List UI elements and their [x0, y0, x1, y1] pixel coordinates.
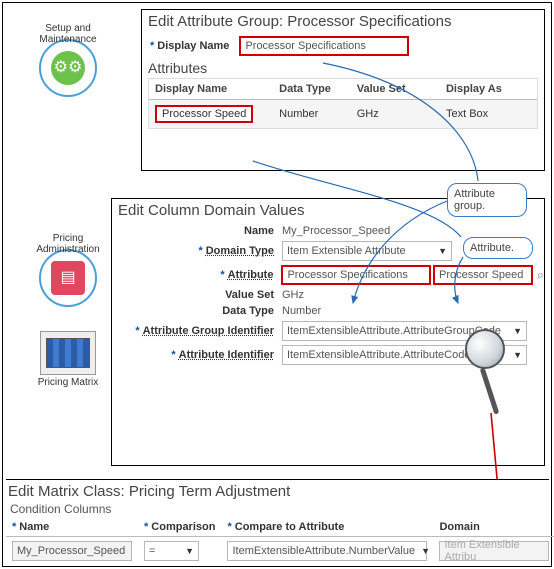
bubble-attr-group: Attribute group. [447, 183, 527, 217]
edit-matrix-class-panel: Edit Matrix Class: Pricing Term Adjustme… [6, 479, 549, 563]
attribute-input-1[interactable]: Processor Specifications [281, 265, 431, 285]
data-type-value: Number [282, 305, 321, 317]
domain-type-label: Domain Type [206, 245, 274, 257]
attr-group-id-label: Attribute Group Identifier [143, 325, 274, 337]
attributes-table: Display Name Data Type Value Set Display… [149, 79, 537, 128]
pricing-matrix-label: Pricing Matrix [31, 377, 105, 388]
pricing-matrix-badge: Pricing Matrix [31, 331, 105, 388]
matrix-icon [46, 338, 90, 368]
attr-id-label: Attribute Identifier [179, 349, 274, 361]
search-icon[interactable]: ⌕ [537, 267, 544, 283]
cond-domain-field[interactable]: Item Extensible Attribu [439, 541, 549, 561]
display-name-input[interactable]: Processor Specifications [239, 36, 409, 56]
setup-badge: Setup and Maintenance ⚙⚙ [23, 23, 113, 99]
attribute-label: Attribute [228, 269, 274, 281]
bubble-attribute: Attribute. [463, 237, 533, 259]
diagram-canvas: Setup and Maintenance ⚙⚙ Pricing Adminis… [2, 2, 552, 567]
condition-table: *Name *Comparison *Compare to Attribute … [6, 518, 554, 565]
table-row: My_Processor_Speed =▼ ItemExtensibleAttr… [6, 537, 554, 566]
pricing-admin-icon: ▤ [60, 269, 75, 287]
condition-columns-header: Condition Columns [6, 502, 549, 518]
setup-badge-label: Setup and Maintenance [23, 23, 113, 45]
processor-speed-cell: Processor Speed [155, 105, 253, 123]
chevron-down-icon: ▼ [185, 546, 194, 556]
table-row: Processor Speed Number GHz Text Box [149, 100, 537, 129]
cond-compare-select[interactable]: ItemExtensibleAttribute.NumberValue▼ [227, 541, 427, 561]
name-value: My_Processor_Speed [282, 225, 390, 237]
chevron-down-icon: ▼ [513, 326, 522, 336]
magnifier-icon [465, 329, 505, 369]
value-set-label: Value Set [225, 289, 274, 301]
gears-icon: ⚙⚙ [54, 59, 83, 77]
data-type-label: Data Type [222, 305, 274, 317]
domain-type-select[interactable]: Item Extensible Attribute▼ [282, 241, 452, 261]
cond-name-input[interactable]: My_Processor_Speed [12, 541, 132, 561]
pricing-admin-label: Pricing Administration [23, 233, 113, 255]
value-set-value: GHz [282, 289, 304, 301]
bot-panel-title: Edit Matrix Class: Pricing Term Adjustme… [6, 480, 549, 502]
name-label: Name [244, 225, 274, 237]
chevron-down-icon: ▼ [421, 546, 430, 556]
chevron-down-icon: ▼ [438, 246, 447, 256]
display-name-label: Display Name [157, 40, 229, 52]
top-panel-title: Edit Attribute Group: Processor Specific… [142, 10, 544, 32]
attributes-header: Attributes [142, 60, 544, 76]
cond-comparison-select[interactable]: =▼ [144, 541, 199, 561]
edit-attribute-group-panel: Edit Attribute Group: Processor Specific… [141, 9, 545, 171]
chevron-down-icon: ▼ [513, 350, 522, 360]
attribute-input-2[interactable]: Processor Speed [433, 265, 533, 285]
required-marker: * [150, 40, 154, 52]
pricing-admin-badge: Pricing Administration ▤ [23, 233, 113, 309]
